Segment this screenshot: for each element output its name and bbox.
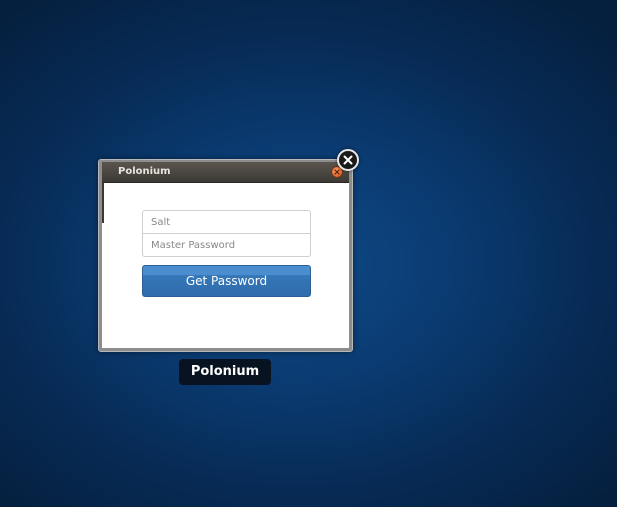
close-icon [343, 155, 353, 165]
password-form: Get Password [142, 210, 311, 297]
window-edge [102, 183, 104, 223]
window-titlebar[interactable]: Polonium [102, 162, 349, 183]
window-label: Polonium [179, 359, 271, 385]
expose-close-button[interactable] [337, 149, 359, 171]
window-title: Polonium [118, 166, 171, 177]
window-thumbnail[interactable]: Polonium Get Password [98, 159, 353, 352]
get-password-button[interactable]: Get Password [142, 265, 311, 297]
master-password-input[interactable] [142, 234, 311, 257]
app-window: Polonium Get Password [102, 162, 349, 348]
salt-input[interactable] [142, 210, 311, 234]
close-icon [334, 169, 340, 175]
